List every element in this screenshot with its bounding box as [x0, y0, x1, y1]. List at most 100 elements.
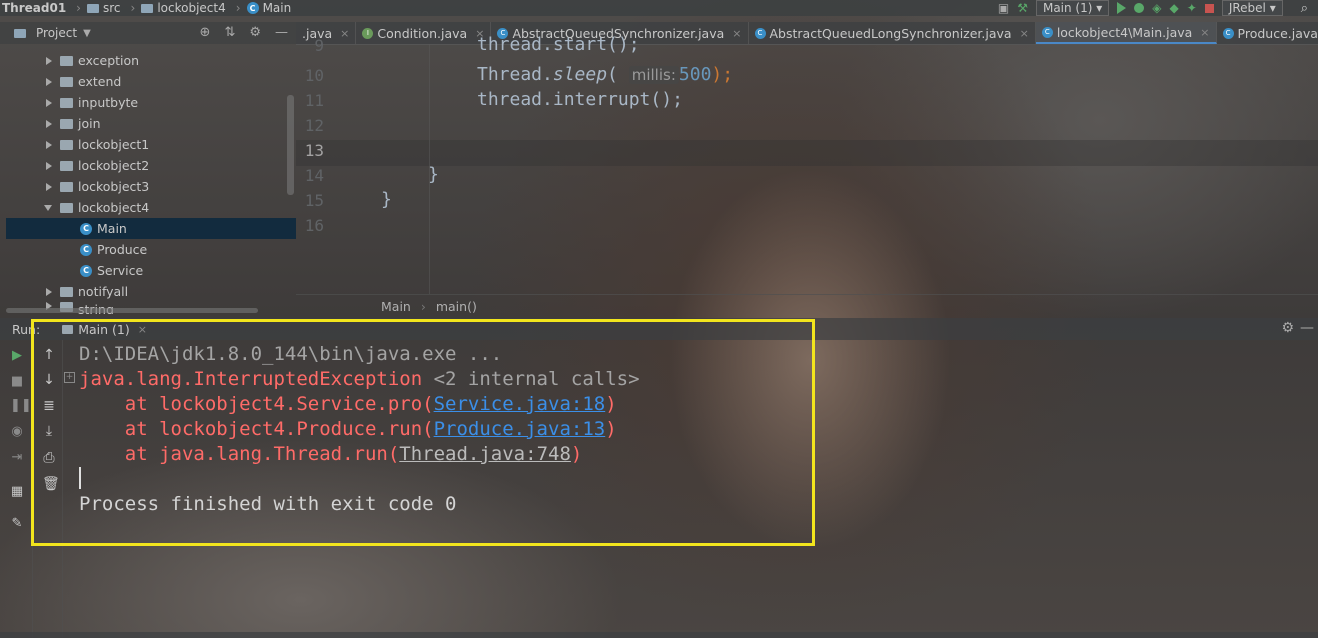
tree-item-extend[interactable]: extend: [46, 71, 121, 92]
debug-icon[interactable]: [1134, 3, 1145, 13]
exit-icon[interactable]: ⇥: [10, 450, 24, 465]
editor-breadcrumb: Main › main(): [296, 294, 1318, 317]
folder-icon: [141, 3, 154, 13]
expand-arrow-icon[interactable]: [46, 119, 52, 128]
stop-icon[interactable]: [1204, 3, 1214, 13]
class-icon: C: [246, 2, 259, 14]
rerun-icon[interactable]: ▶: [10, 348, 24, 363]
tab-condition[interactable]: I Condition.java ×: [356, 22, 492, 44]
search-icon[interactable]: ⌕: [1301, 1, 1308, 16]
expand-arrow-icon[interactable]: [46, 161, 52, 170]
tree-item-notifyall[interactable]: notifyall: [46, 281, 128, 302]
pause-icon[interactable]: ❚❚: [10, 398, 32, 413]
project-vertical-scrollbar[interactable]: [287, 95, 294, 195]
stop-icon[interactable]: ■: [10, 374, 24, 389]
profile-icon[interactable]: ◆: [1170, 1, 1179, 15]
parameter-hint: millis:: [628, 66, 679, 84]
expand-arrow-icon[interactable]: [46, 98, 52, 107]
current-line-highlight: [296, 140, 1318, 166]
locate-icon[interactable]: ⊕: [200, 25, 211, 40]
line-number: 16: [304, 216, 324, 235]
expand-arrow-icon[interactable]: [46, 287, 52, 296]
breadcrumb-package[interactable]: lockobject4: [141, 1, 226, 15]
minimize-icon[interactable]: —: [1300, 320, 1314, 336]
breadcrumb-separator: ›: [235, 1, 241, 15]
layout-icon[interactable]: ▦: [10, 484, 24, 499]
status-bar: [0, 632, 1318, 638]
close-icon[interactable]: ×: [1200, 26, 1209, 39]
project-icon: [14, 28, 26, 38]
package-icon: [60, 160, 73, 171]
toolbar-right: ▣ ⚒ Main (1) ▾ ◈ ◆ ✦ JRebel ▾ ⌕: [998, 0, 1318, 16]
close-icon[interactable]: ×: [1020, 27, 1029, 40]
class-icon: C: [80, 243, 92, 256]
expand-arrow-icon[interactable]: [46, 77, 52, 86]
class-icon: C: [754, 27, 766, 39]
tree-item-main[interactable]: C Main: [6, 218, 296, 239]
collapse-arrow-icon[interactable]: [44, 204, 52, 211]
tab-abstract-queued-long-synchronizer[interactable]: C AbstractQueuedLongSynchronizer.java ×: [749, 22, 1036, 44]
run-configuration-select[interactable]: Main (1) ▾: [1035, 0, 1110, 16]
code-line-9: thread.start();: [477, 34, 640, 55]
breadcrumb-method[interactable]: main(): [436, 299, 477, 314]
dump-threads-icon[interactable]: ◉: [10, 424, 24, 439]
tree-item-lockobject4[interactable]: lockobject4: [44, 197, 149, 218]
line-number: 15: [304, 191, 324, 210]
hide-icon[interactable]: —: [275, 25, 288, 40]
tree-item-lockobject2[interactable]: lockobject2: [46, 155, 149, 176]
code-line-14: }: [428, 164, 439, 185]
jrebel-run-icon[interactable]: ✦: [1187, 1, 1197, 15]
code-editor[interactable]: 9 10 11 12 13 14 15 16 thread.start(); T…: [296, 34, 1318, 294]
close-icon[interactable]: ×: [340, 27, 349, 40]
collapse-icon[interactable]: ⇅: [224, 25, 235, 40]
close-icon[interactable]: ×: [732, 27, 741, 40]
chevron-down-icon: ▼: [83, 27, 91, 39]
tree-item-service[interactable]: C Service: [80, 260, 143, 281]
tab-main[interactable]: Clockobject4\Main.java ×: [1035, 22, 1217, 44]
breadcrumb-src[interactable]: src: [86, 1, 121, 15]
tree-item-lockobject1[interactable]: lockobject1: [46, 134, 149, 155]
jrebel-select[interactable]: JRebel ▾: [1221, 0, 1283, 16]
tab-produce[interactable]: CProduce.java×: [1217, 22, 1318, 44]
interface-icon: I: [362, 27, 374, 39]
class-icon: C: [80, 264, 92, 277]
editor-tabs: .java × I Condition.java × C AbstractQueuedS…: [296, 22, 1318, 45]
code-line-15: }: [381, 189, 392, 210]
breadcrumb-separator: ›: [76, 1, 81, 15]
code-line-10: Thread.sleep( millis: 500);: [477, 64, 734, 85]
layout-icon[interactable]: ▣: [998, 1, 1009, 15]
breadcrumb-project[interactable]: Thread01: [2, 1, 66, 15]
pin-icon[interactable]: ✎: [10, 516, 24, 531]
tree-item-join[interactable]: join: [46, 113, 101, 134]
coverage-icon[interactable]: ◈: [1152, 1, 1161, 15]
breadcrumb-class[interactable]: Main: [381, 299, 411, 314]
project-view-selector[interactable]: Project ▼: [14, 26, 91, 40]
class-icon: C: [80, 222, 92, 235]
package-icon: [60, 55, 73, 66]
tree-item-lockobject3[interactable]: lockobject3: [46, 176, 149, 197]
code-line-11: thread.interrupt();: [477, 89, 683, 110]
tree-item-produce[interactable]: C Produce: [80, 239, 147, 260]
line-number: 13: [304, 141, 324, 160]
gear-icon[interactable]: ⚙: [1281, 320, 1294, 336]
class-icon: C: [1041, 26, 1053, 38]
package-icon: [60, 76, 73, 87]
project-horizontal-scrollbar[interactable]: [6, 308, 258, 313]
breadcrumb-class[interactable]: C Main: [246, 1, 291, 15]
package-icon: [60, 181, 73, 192]
tree-item-exception[interactable]: exception: [46, 50, 139, 71]
package-icon: [60, 139, 73, 150]
run-icon[interactable]: [1117, 2, 1127, 14]
tree-item-inputbyte[interactable]: inputbyte: [46, 92, 138, 113]
expand-arrow-icon[interactable]: [46, 56, 52, 65]
expand-arrow-icon[interactable]: [46, 140, 52, 149]
class-icon: C: [1222, 27, 1234, 39]
line-number: 10: [304, 66, 324, 85]
gear-icon[interactable]: ⚙: [249, 25, 261, 40]
line-number: 11: [304, 91, 324, 110]
navigation-bar: Thread01 › src › lockobject4 › C Main ▣ ⚒…: [0, 0, 1318, 16]
build-hammer-icon[interactable]: ⚒: [1017, 1, 1028, 15]
package-icon: [60, 97, 73, 108]
expand-arrow-icon[interactable]: [46, 182, 52, 191]
run-side-toolbar: ▶ ■ ❚❚ ◉ ⇥ ▦ ✎: [0, 340, 33, 638]
